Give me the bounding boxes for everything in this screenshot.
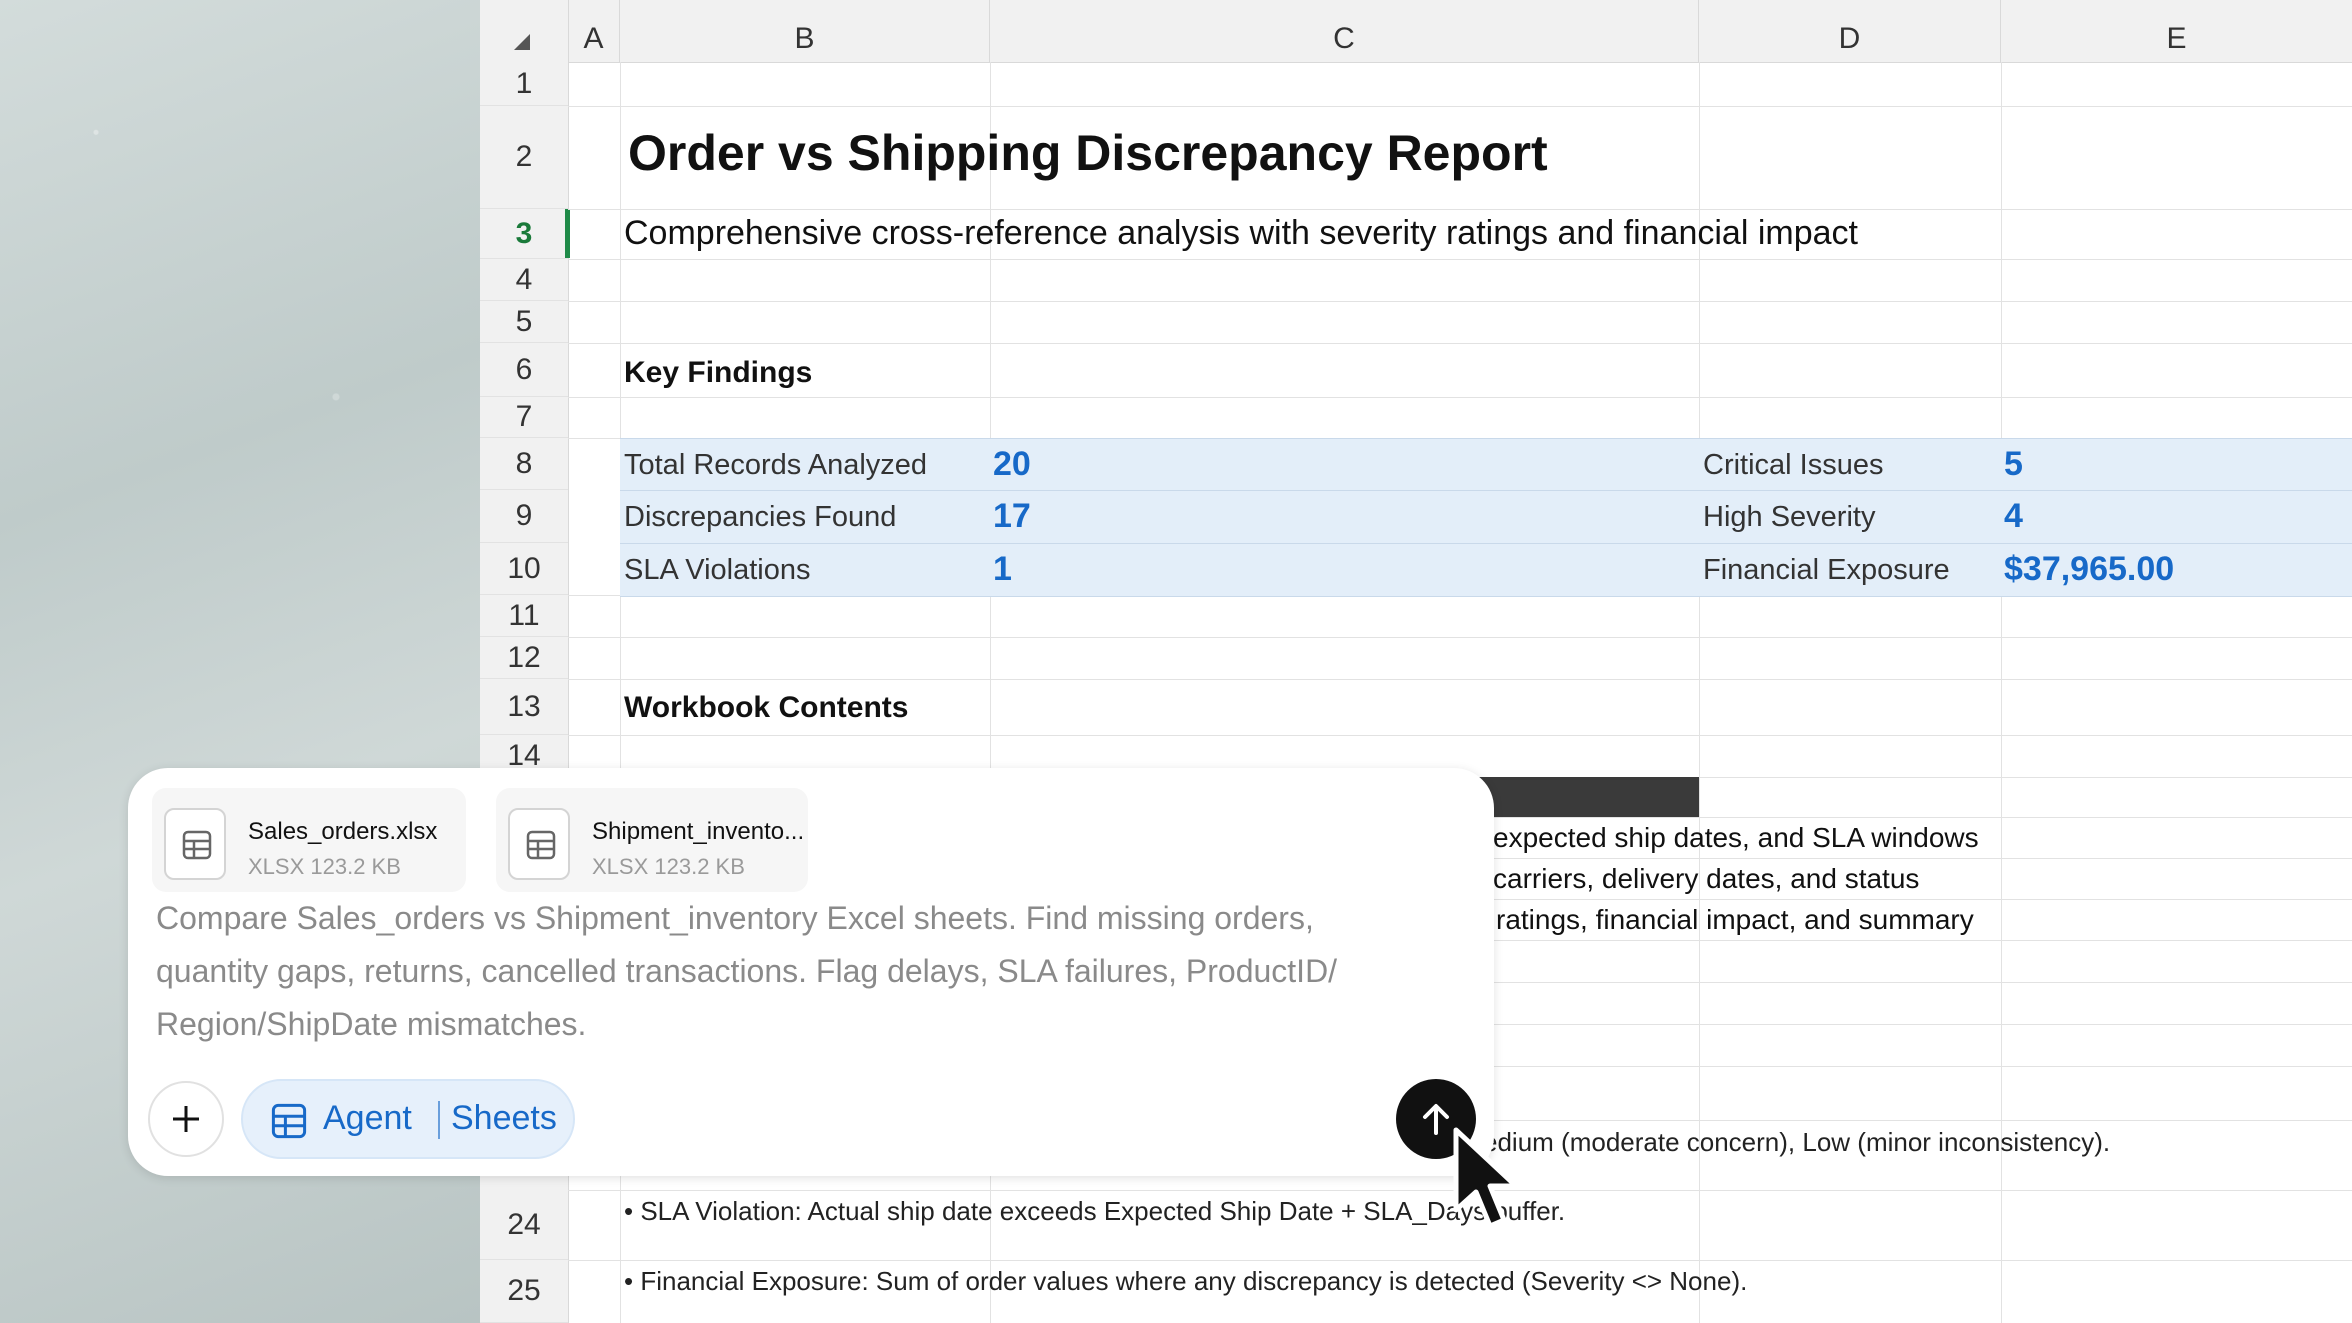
attachment-name: Shipment_invento... — [592, 818, 805, 845]
severity-note: edium (moderate concern), Low (minor inc… — [1483, 1127, 2111, 1157]
report-subtitle: Comprehensive cross-reference analysis w… — [624, 214, 1858, 252]
gridline — [568, 1260, 2352, 1261]
row-header[interactable]: 1 — [480, 62, 568, 106]
row-header[interactable]: 9 — [480, 490, 568, 543]
row-header[interactable]: 5 — [480, 301, 568, 343]
gridline — [568, 301, 2352, 302]
agent-label: Agent — [323, 1099, 412, 1137]
contents-description: ratings, financial impact, and summary — [1496, 904, 1974, 935]
metric-label: Critical Issues — [1703, 449, 1884, 481]
row-header-active[interactable]: 3 — [480, 209, 570, 259]
gridline — [568, 679, 2352, 680]
metric-value: $37,965.00 — [2004, 550, 2175, 588]
metric-label: Financial Exposure — [1703, 554, 1950, 586]
gridline — [568, 735, 2352, 736]
gridline — [568, 259, 2352, 260]
spreadsheet-file-icon — [164, 808, 226, 880]
divider — [438, 1101, 440, 1139]
row-header[interactable]: 8 — [480, 438, 568, 490]
gridline — [568, 637, 2352, 638]
gridline — [568, 397, 2352, 398]
row-header[interactable]: 10 — [480, 543, 568, 595]
attachment-chip[interactable]: Sales_orders.xlsx XLSX 123.2 KB — [152, 788, 466, 892]
chat-composer[interactable]: Sales_orders.xlsx XLSX 123.2 KB Shipment… — [128, 768, 1494, 1176]
add-attachment-button[interactable] — [148, 1081, 224, 1157]
gridline — [568, 343, 2352, 344]
row-header[interactable]: 2 — [480, 106, 568, 209]
column-header-b[interactable]: B — [620, 0, 990, 62]
row-header[interactable]: 25 — [480, 1260, 568, 1323]
gridline — [620, 543, 2352, 544]
sheets-icon — [271, 1103, 307, 1139]
contents-description: expected ship dates, and SLA windows — [1493, 822, 1979, 853]
gridline — [620, 490, 2352, 491]
metric-value: 1 — [993, 550, 1012, 588]
attachment-meta: XLSX 123.2 KB — [248, 854, 401, 879]
row-header[interactable]: 7 — [480, 397, 568, 438]
report-title: Order vs Shipping Discrepancy Report — [628, 125, 1548, 181]
column-header-c[interactable]: C — [990, 0, 1699, 62]
sla-note: • SLA Violation: Actual ship date exceed… — [624, 1196, 1566, 1226]
row-header[interactable]: 4 — [480, 259, 568, 301]
row-header[interactable]: 6 — [480, 343, 568, 397]
mouse-pointer-icon — [1453, 1127, 1519, 1229]
metric-label: High Severity — [1703, 501, 1876, 533]
select-all-corner[interactable] — [480, 0, 569, 62]
metric-value: 5 — [2004, 445, 2023, 483]
arrow-up-icon — [1423, 1104, 1449, 1135]
workbook-contents-heading: Workbook Contents — [624, 691, 909, 724]
plus-icon — [173, 1106, 199, 1132]
column-header-a[interactable]: A — [568, 0, 620, 62]
prompt-input[interactable]: Compare Sales_orders vs Shipment_invento… — [156, 892, 1416, 1051]
row-header[interactable]: 13 — [480, 679, 568, 735]
metric-value: 17 — [993, 497, 1031, 535]
select-all-icon — [514, 34, 530, 50]
attachment-chip[interactable]: Shipment_invento... XLSX 123.2 KB — [496, 788, 808, 892]
metric-label: Discrepancies Found — [624, 501, 897, 533]
metric-value: 20 — [993, 445, 1031, 483]
key-findings-heading: Key Findings — [624, 356, 813, 389]
row-header[interactable]: 11 — [480, 595, 568, 637]
attachment-meta: XLSX 123.2 KB — [592, 854, 745, 879]
metric-label: Total Records Analyzed — [624, 449, 928, 481]
gridline — [568, 209, 2352, 210]
column-header-e[interactable]: E — [2001, 0, 2352, 62]
agent-mode-label: Sheets — [451, 1099, 557, 1137]
financial-note: • Financial Exposure: Sum of order value… — [624, 1266, 1748, 1296]
gridline — [568, 106, 2352, 107]
column-header-d[interactable]: D — [1699, 0, 2001, 62]
contents-description: carriers, delivery dates, and status — [1493, 863, 1920, 894]
metric-label: SLA Violations — [624, 554, 811, 586]
spreadsheet-file-icon — [508, 808, 570, 880]
attachment-name: Sales_orders.xlsx — [248, 818, 438, 845]
metric-value: 4 — [2004, 497, 2023, 535]
row-header[interactable]: 12 — [480, 637, 568, 679]
row-header[interactable]: 24 — [480, 1190, 568, 1260]
agent-mode-selector[interactable]: Agent Sheets — [241, 1079, 575, 1159]
